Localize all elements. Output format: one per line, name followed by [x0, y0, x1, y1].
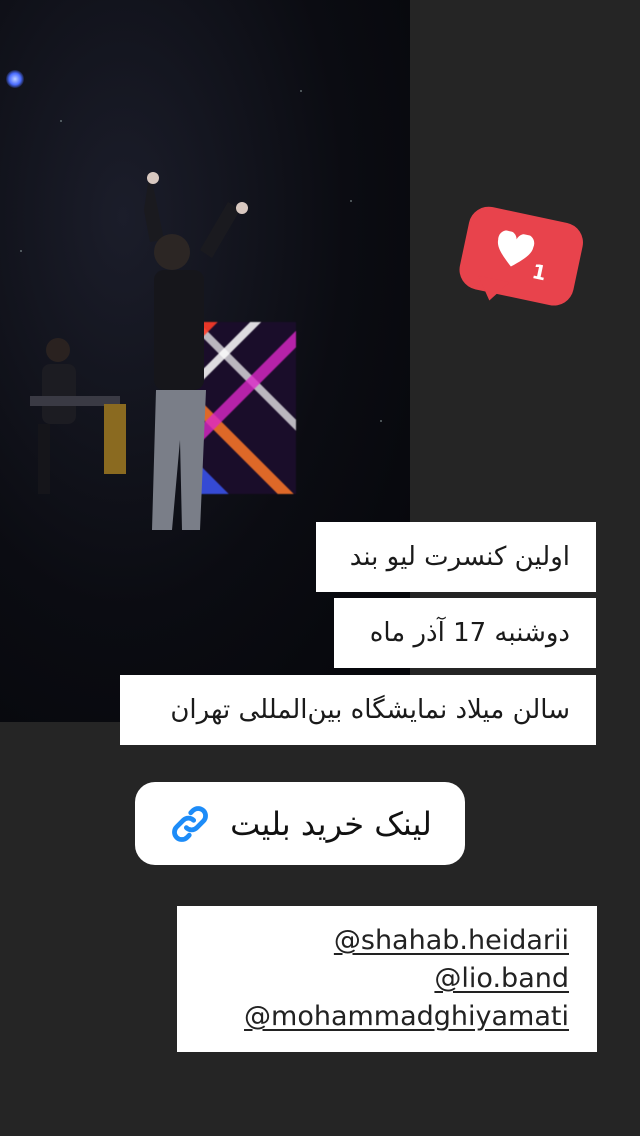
link-icon	[172, 805, 209, 842]
reaction-sticker[interactable]: 1	[453, 202, 587, 321]
light-speck	[350, 200, 352, 202]
light-speck	[20, 250, 22, 252]
mention-lio-band[interactable]: @lio.band	[434, 962, 569, 996]
caption-concert-title: اولین کنسرت لیو بند	[316, 522, 596, 592]
mention-shahab[interactable]: @shahab.heidarii	[334, 924, 569, 958]
mention-mohammad[interactable]: @mohammadghiyamati	[244, 1000, 569, 1034]
light-speck	[300, 90, 302, 92]
light-speck	[60, 120, 62, 122]
light-speck	[380, 420, 382, 422]
drummer-figure	[30, 338, 126, 494]
stage-light	[6, 70, 24, 88]
ticket-link-label: لینک خرید بلیت	[230, 804, 432, 843]
performer-figure	[144, 170, 248, 530]
mentions-box: @shahab.heidarii @lio.band @mohammadghiy…	[177, 906, 597, 1052]
caption-venue: سالن میلاد نمایشگاه بین‌المللی تهران	[120, 675, 596, 745]
ticket-link-sticker[interactable]: لینک خرید بلیت	[135, 782, 465, 865]
caption-date: دوشنبه 17 آذر ماه	[334, 598, 596, 668]
